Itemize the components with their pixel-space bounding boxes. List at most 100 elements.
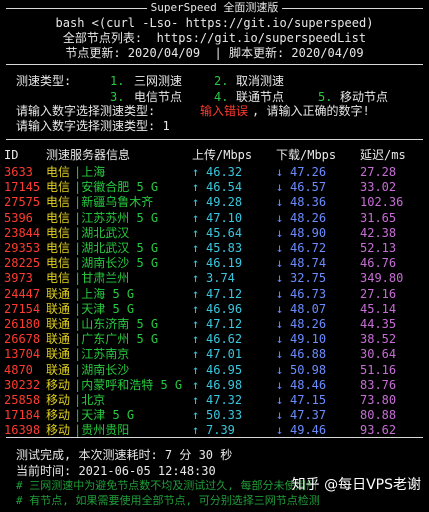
row-isp: 电信	[46, 225, 71, 240]
menu-option-4-text: 联通节点	[236, 90, 285, 104]
row-upload: 3.74	[206, 271, 235, 286]
row-latency: 33.02	[360, 180, 397, 195]
row-isp: 电信	[46, 195, 71, 210]
terminal-window[interactable]: SuperSpeed 全面测速版 bash <(curl -Lso- https…	[0, 0, 429, 512]
row-download: 47.26	[290, 165, 327, 179]
row-latency: 73.80	[360, 393, 397, 407]
banner-title: SuperSpeed 全面测速版	[146, 1, 283, 15]
up-arrow-icon: ↑	[192, 347, 200, 362]
prompt-line-1: 请输入数字选择测速类型:	[16, 104, 156, 118]
down-arrow-icon: ↓	[276, 332, 284, 347]
menu-option-4-num: 4.	[214, 90, 229, 104]
up-arrow-icon: ↑	[192, 393, 200, 407]
row-id: 29353	[4, 241, 41, 255]
row-upload: 46.54	[206, 180, 243, 195]
row-id: 17145	[4, 180, 41, 195]
row-isp: 联通	[46, 317, 71, 331]
table-top-rule	[6, 139, 423, 140]
menu-option-5-text: 移动节点	[340, 90, 389, 104]
done-line: 测试完成, 本次测速耗时: 7 分 30 秒	[16, 448, 233, 462]
header-id: ID	[4, 148, 19, 162]
row-location: |安徽合肥 5 G	[74, 180, 159, 195]
row-isp: 联通	[46, 286, 71, 301]
row-id: 26180	[4, 317, 41, 331]
error-text: 输入错误	[200, 104, 249, 118]
row-location: |江苏苏州 5 G	[74, 210, 159, 225]
row-location: |江苏南京	[74, 347, 130, 362]
row-latency: 45.14	[360, 301, 397, 316]
down-arrow-icon: ↓	[276, 241, 284, 255]
down-arrow-icon: ↓	[276, 195, 284, 210]
row-id: 4870	[4, 362, 33, 377]
down-arrow-icon: ↓	[276, 347, 284, 362]
table-bottom-rule	[6, 437, 423, 438]
table-row: 5396 电信 |江苏苏州 5 G ↑ 47.10 ↓ 48.26 31.65	[0, 211, 429, 226]
note-line-1: # 三网测速中为避免节点数不均及测试过久, 每部分未使用所	[16, 479, 318, 492]
row-download: 46.88	[290, 347, 327, 362]
menu-option-1-num: 1.	[110, 74, 125, 88]
banner-bottom-rule	[6, 64, 423, 65]
row-id: 27575	[4, 195, 41, 210]
row-download: 46.57	[290, 180, 327, 195]
banner-command: bash <(curl -Lso- https://git.io/supersp…	[55, 16, 374, 30]
row-latency: 83.76	[360, 377, 397, 392]
row-download: 46.73	[290, 286, 327, 301]
banner-top-rule: SuperSpeed 全面测速版	[6, 1, 423, 15]
row-location: |广东广州 5 G	[74, 332, 159, 347]
row-id: 28225	[4, 256, 41, 271]
row-upload: 46.19	[206, 256, 243, 271]
banner-list-line: 全部节点列表: https://git.io/superspeedList	[62, 31, 367, 45]
row-id: 17184	[4, 408, 41, 423]
down-arrow-icon: ↓	[276, 362, 284, 377]
row-download: 48.26	[290, 210, 327, 225]
down-arrow-icon: ↓	[276, 301, 284, 316]
header-down: 下载/Mbps	[276, 148, 337, 162]
row-location: |湖北武汉	[74, 225, 130, 240]
row-download: 49.10	[290, 332, 327, 347]
row-latency: 30.64	[360, 347, 397, 362]
row-id: 26678	[4, 332, 41, 347]
menu-label: 测速类型:	[16, 74, 72, 88]
table-row: 25858 移动 |北京 ↑ 47.32 ↓ 47.15 73.80	[0, 393, 429, 408]
row-upload: 45.83	[206, 241, 243, 255]
row-download: 50.98	[290, 362, 327, 377]
row-upload: 46.96	[206, 301, 243, 316]
row-upload: 50.33	[206, 408, 243, 423]
table-row: 26180 联通 |山东济南 5 G ↑ 47.12 ↓ 48.26 44.35	[0, 317, 429, 332]
row-upload: 46.95	[206, 362, 243, 377]
row-upload: 46.32	[206, 165, 243, 179]
row-isp: 移动	[46, 408, 71, 423]
row-download: 48.90	[290, 225, 327, 240]
row-isp: 电信	[46, 271, 71, 286]
row-isp: 移动	[46, 377, 71, 392]
up-arrow-icon: ↑	[192, 362, 200, 377]
row-upload: 46.62	[206, 332, 243, 347]
row-location: |山东济南 5 G	[74, 317, 159, 331]
table-header: ID 测速服务器信息 上传/Mbps 下载/Mbps 延迟/ms	[0, 148, 429, 163]
row-upload: 46.98	[206, 377, 243, 392]
watermark: 知乎 @每日VPS老谢	[291, 477, 421, 493]
row-upload: 45.64	[206, 225, 243, 240]
prompt-line-2: 请输入数字选择测速类型: 1	[16, 119, 170, 133]
up-arrow-icon: ↑	[192, 256, 200, 271]
up-arrow-icon: ↑	[192, 241, 200, 255]
row-isp: 联通	[46, 362, 71, 377]
banner-update-line: 节点更新: 2020/04/09 | 脚本更新: 2020/04/09	[65, 46, 364, 60]
row-id: 3633	[4, 165, 33, 179]
row-upload: 49.28	[206, 195, 243, 210]
row-id: 13704	[4, 347, 41, 362]
row-upload: 47.01	[206, 347, 243, 362]
table-row: 13704 联通 |江苏南京 ↑ 47.01 ↓ 46.88 30.64	[0, 347, 429, 362]
row-download: 32.75	[290, 271, 327, 286]
row-isp: 联通	[46, 332, 71, 347]
row-latency: 46.76	[360, 256, 397, 271]
row-location: |内蒙呼和浩特 5 G	[74, 377, 183, 392]
menu-option-2-text: 取消测速	[236, 74, 285, 88]
row-location: |上海 5 G	[74, 286, 135, 301]
row-download: 47.37	[290, 408, 327, 423]
row-download: 48.74	[290, 256, 327, 271]
down-arrow-icon: ↓	[276, 286, 284, 301]
row-upload: 47.12	[206, 286, 243, 301]
error-tail-text: , 请输入正确的数字!	[252, 104, 370, 118]
table-row: 17184 移动 |天津 5 G ↑ 50.33 ↓ 47.37 80.88	[0, 408, 429, 423]
